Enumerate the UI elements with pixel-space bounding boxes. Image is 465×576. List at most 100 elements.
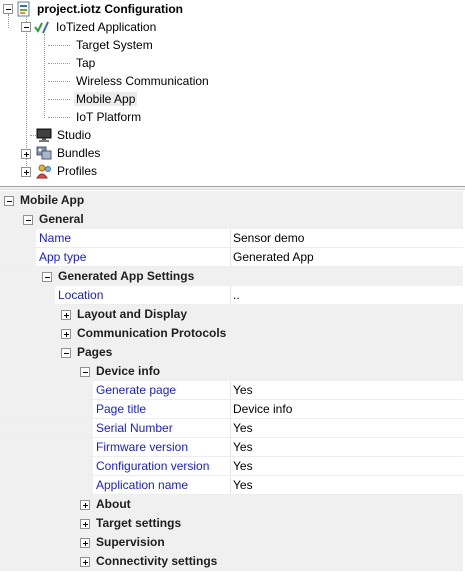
project-tree: project.iotz Configuration IoTized Appli… bbox=[0, 0, 465, 186]
collapse-toggle[interactable] bbox=[4, 196, 14, 206]
category-label: Target settings bbox=[96, 516, 182, 530]
property-grid: Mobile App General Name Sensor demo App … bbox=[0, 191, 465, 576]
property-firmware-version[interactable]: Firmware version Yes bbox=[0, 438, 463, 457]
expand-toggle[interactable] bbox=[61, 310, 71, 320]
property-value[interactable]: Device info bbox=[233, 400, 292, 419]
expand-toggle[interactable] bbox=[21, 149, 31, 159]
collapse-toggle[interactable] bbox=[80, 367, 90, 377]
tree-guide bbox=[48, 81, 70, 82]
tree-node-profiles[interactable]: Profiles bbox=[55, 162, 99, 180]
property-value[interactable]: .. bbox=[233, 286, 240, 305]
category-device-info[interactable]: Device info bbox=[0, 362, 463, 381]
property-label: Name bbox=[39, 231, 72, 245]
category-pages[interactable]: Pages bbox=[0, 343, 463, 362]
property-label: Application name bbox=[96, 478, 189, 492]
category-about[interactable]: About bbox=[0, 495, 463, 514]
tree-node-label: IoTized Application bbox=[56, 20, 157, 34]
tree-guide bbox=[26, 14, 27, 168]
category-label: About bbox=[96, 497, 131, 511]
tree-root-label: project.iotz Configuration bbox=[37, 2, 183, 16]
tree-node-label: Bundles bbox=[57, 146, 101, 160]
expand-toggle[interactable] bbox=[21, 167, 31, 177]
property-label: Configuration version bbox=[96, 459, 210, 473]
tree-node-label: Studio bbox=[57, 128, 92, 142]
property-serial-number[interactable]: Serial Number Yes bbox=[0, 419, 463, 438]
tree-guide bbox=[8, 14, 9, 28]
category-label: Pages bbox=[77, 345, 113, 359]
tree-node-mobile-app[interactable]: Mobile App bbox=[74, 90, 138, 108]
property-value[interactable]: Sensor demo bbox=[233, 229, 304, 248]
collapse-toggle[interactable] bbox=[3, 4, 13, 14]
collapse-toggle[interactable] bbox=[42, 272, 52, 282]
config-file-icon bbox=[16, 1, 32, 17]
property-application-name[interactable]: Application name Yes bbox=[0, 476, 463, 495]
tree-guide bbox=[48, 63, 70, 64]
expand-toggle[interactable] bbox=[80, 519, 90, 529]
property-name[interactable]: Name Sensor demo bbox=[0, 229, 463, 248]
expand-toggle[interactable] bbox=[80, 500, 90, 510]
property-value[interactable]: Yes bbox=[233, 419, 253, 438]
property-label: Firmware version bbox=[96, 440, 189, 454]
category-label: Layout and Display bbox=[77, 307, 188, 321]
check-pencil-icon bbox=[34, 19, 50, 35]
category-layout-and-display[interactable]: Layout and Display bbox=[0, 305, 463, 324]
collapse-toggle[interactable] bbox=[61, 348, 71, 358]
property-configuration-version[interactable]: Configuration version Yes bbox=[0, 457, 463, 476]
tree-node-tap[interactable]: Tap bbox=[74, 54, 97, 72]
tree-root-node[interactable]: project.iotz Configuration bbox=[35, 0, 185, 18]
tree-guide bbox=[48, 99, 70, 100]
tree-node-iotized-application[interactable]: IoTized Application bbox=[54, 18, 158, 36]
category-label: Supervision bbox=[96, 535, 165, 549]
property-page-title[interactable]: Page title Device info bbox=[0, 400, 463, 419]
tree-guide bbox=[48, 117, 70, 118]
tree-node-target-system[interactable]: Target System bbox=[74, 36, 155, 54]
property-value[interactable]: Generated App bbox=[233, 248, 314, 267]
property-label: Serial Number bbox=[96, 421, 173, 435]
category-label: Device info bbox=[96, 364, 161, 378]
tree-node-wireless-communication[interactable]: Wireless Communication bbox=[74, 72, 211, 90]
category-label: Communication Protocols bbox=[77, 326, 227, 340]
category-supervision[interactable]: Supervision bbox=[0, 533, 463, 552]
expand-toggle[interactable] bbox=[80, 557, 90, 567]
category-label: Connectivity settings bbox=[96, 554, 218, 568]
category-general[interactable]: General bbox=[0, 210, 463, 229]
monitor-icon bbox=[36, 127, 52, 143]
expand-toggle[interactable] bbox=[61, 329, 71, 339]
tree-node-label: Tap bbox=[76, 56, 96, 70]
tree-node-label: IoT Platform bbox=[76, 110, 142, 124]
tree-node-studio[interactable]: Studio bbox=[55, 126, 93, 144]
category-mobile-app[interactable]: Mobile App bbox=[0, 191, 463, 210]
profiles-icon bbox=[36, 163, 52, 179]
property-label: App type bbox=[39, 250, 87, 264]
tree-node-label: Mobile App bbox=[74, 92, 138, 106]
tree-guide bbox=[44, 34, 45, 118]
tree-node-label: Target System bbox=[76, 38, 153, 52]
tree-guide bbox=[48, 45, 70, 46]
property-value[interactable]: Yes bbox=[233, 476, 253, 495]
tree-node-label: Profiles bbox=[57, 164, 98, 178]
pane-splitter[interactable] bbox=[0, 186, 465, 190]
category-communication-protocols[interactable]: Communication Protocols bbox=[0, 324, 463, 343]
property-app-type[interactable]: App type Generated App bbox=[0, 248, 463, 267]
property-label: Generate page bbox=[96, 383, 177, 397]
property-value[interactable]: Yes bbox=[233, 457, 253, 476]
category-label: Mobile App bbox=[20, 193, 85, 207]
collapse-toggle[interactable] bbox=[21, 22, 31, 32]
bundles-icon bbox=[36, 145, 52, 161]
property-value[interactable]: Yes bbox=[233, 381, 253, 400]
tree-node-label: Wireless Communication bbox=[76, 74, 209, 88]
category-connectivity-settings[interactable]: Connectivity settings bbox=[0, 552, 463, 571]
property-label: Location bbox=[58, 288, 104, 302]
category-target-settings[interactable]: Target settings bbox=[0, 514, 463, 533]
property-label: Page title bbox=[96, 402, 147, 416]
property-location[interactable]: Location .. bbox=[0, 286, 463, 305]
category-generated-app-settings[interactable]: Generated App Settings bbox=[0, 267, 463, 286]
category-label: Generated App Settings bbox=[58, 269, 195, 283]
property-value[interactable]: Yes bbox=[233, 438, 253, 457]
collapse-toggle[interactable] bbox=[23, 215, 33, 225]
expand-toggle[interactable] bbox=[80, 538, 90, 548]
property-generate-page[interactable]: Generate page Yes bbox=[0, 381, 463, 400]
tree-node-bundles[interactable]: Bundles bbox=[55, 144, 102, 162]
category-label: General bbox=[39, 212, 84, 226]
tree-node-iot-platform[interactable]: IoT Platform bbox=[74, 108, 143, 126]
